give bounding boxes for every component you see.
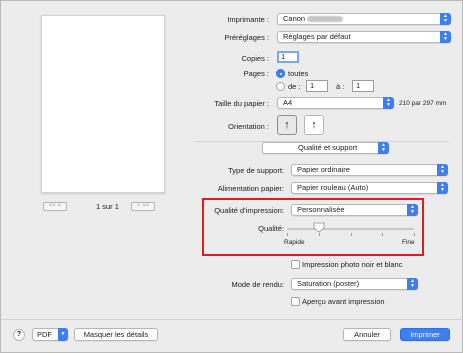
- section-select[interactable]: Qualité et support ▲ ▼: [262, 142, 389, 154]
- render-mode-label: Mode de rendu:: [231, 280, 284, 289]
- portrait-orientation-button[interactable]: ↑: [277, 115, 297, 135]
- media-type-select[interactable]: Papier ordinaire ▲ ▼: [291, 164, 448, 176]
- render-mode-value: Saturation (poster): [297, 279, 360, 288]
- section-value: Qualité et support: [298, 143, 358, 152]
- presets-value: Réglages par défaut: [283, 32, 351, 41]
- grayscale-checkbox[interactable]: [291, 260, 300, 269]
- copies-field[interactable]: 1: [277, 51, 299, 63]
- chevron-down-icon: ▼: [58, 328, 68, 341]
- pdf-label: PDF: [37, 330, 52, 339]
- paper-dimensions: 210 par 297 mm: [399, 100, 447, 107]
- first-page-button[interactable]: << <: [43, 202, 67, 211]
- pages-label: Pages :: [243, 69, 269, 78]
- quality-slider-track[interactable]: [287, 228, 414, 230]
- next-page-button[interactable]: > >>: [131, 202, 155, 211]
- landscape-orientation-button[interactable]: ↑: [304, 115, 324, 135]
- media-type-label: Type de support:: [228, 166, 284, 175]
- pages-from-label: de :: [288, 82, 301, 91]
- quality-slider-label: Qualité:: [258, 224, 284, 233]
- updown-arrow-icon: ▲ ▼: [437, 182, 448, 194]
- presets-select[interactable]: Réglages par défaut ▲ ▼: [277, 31, 451, 43]
- updown-arrow-icon: ▲ ▼: [407, 278, 418, 290]
- pages-all-radio[interactable]: [276, 69, 285, 78]
- quality-max-label: Fine: [402, 239, 415, 246]
- pages-all-label: toutes: [288, 69, 309, 78]
- printer-label: Imprimante :: [227, 15, 269, 24]
- grayscale-label: Impression photo noir et blanc: [302, 260, 403, 269]
- cancel-button[interactable]: Annuler: [343, 328, 391, 341]
- print-quality-select[interactable]: Personnalisée ▲ ▼: [291, 204, 418, 216]
- print-dialog: << < 1 sur 1 > >> Imprimante : Canon ▲ ▼ Pr…: [0, 0, 463, 353]
- print-button[interactable]: Imprimer: [400, 328, 450, 341]
- landscape-person-icon: ↑: [311, 119, 317, 131]
- updown-arrow-icon: ▲ ▼: [440, 13, 451, 25]
- printer-name: Canon: [283, 14, 306, 23]
- paper-source-label: Alimentation papier:: [217, 184, 284, 193]
- paper-size-label: Taille du papier :: [214, 99, 269, 108]
- updown-arrow-icon: ▲ ▼: [407, 204, 418, 216]
- pages-to-label: à :: [336, 82, 345, 91]
- pdf-menu-button[interactable]: PDF ▼: [32, 328, 68, 341]
- slider-tick: [382, 233, 384, 236]
- pages-to-field[interactable]: 1: [352, 80, 374, 92]
- updown-arrow-icon: ▲ ▼: [437, 164, 448, 176]
- orientation-label: Orientation :: [228, 122, 269, 131]
- pages-from-field[interactable]: 1: [306, 80, 328, 92]
- paper-size-value: A4: [283, 98, 293, 107]
- preview-checkbox[interactable]: [291, 297, 300, 306]
- quality-min-label: Rapide: [284, 239, 305, 246]
- updown-arrow-icon: ▲ ▼: [383, 97, 394, 109]
- page-preview: [41, 15, 165, 193]
- slider-tick: [318, 233, 320, 236]
- printer-select[interactable]: Canon ▲ ▼: [277, 13, 451, 25]
- paper-size-select[interactable]: A4 ▲ ▼: [277, 97, 394, 109]
- portrait-person-icon: ↑: [284, 119, 290, 131]
- paper-source-select[interactable]: Papier rouleau (Auto) ▲ ▼: [291, 182, 448, 194]
- copies-label: Copies :: [241, 54, 269, 63]
- hide-details-button[interactable]: Masquer les détails: [74, 328, 158, 341]
- slider-tick: [350, 233, 352, 236]
- print-quality-label: Qualité d'impression:: [214, 206, 284, 215]
- updown-arrow-icon: ▲ ▼: [440, 31, 451, 43]
- preview-label: Aperçu avant impression: [302, 297, 385, 306]
- separator: [1, 319, 463, 320]
- help-button[interactable]: ?: [13, 329, 25, 341]
- media-type-value: Papier ordinaire: [297, 165, 350, 174]
- slider-tick: [287, 233, 288, 236]
- render-mode-select[interactable]: Saturation (poster) ▲ ▼: [291, 278, 418, 290]
- paper-source-value: Papier rouleau (Auto): [297, 183, 369, 192]
- print-quality-value: Personnalisée: [297, 205, 345, 214]
- presets-label: Préréglages :: [224, 33, 269, 42]
- pages-range-radio[interactable]: [276, 82, 285, 91]
- updown-arrow-icon: ▲ ▼: [378, 142, 389, 154]
- printer-model-redacted: [307, 16, 344, 23]
- page-counter: 1 sur 1: [96, 202, 119, 211]
- slider-tick: [414, 233, 415, 236]
- quality-slider-thumb[interactable]: [313, 222, 325, 233]
